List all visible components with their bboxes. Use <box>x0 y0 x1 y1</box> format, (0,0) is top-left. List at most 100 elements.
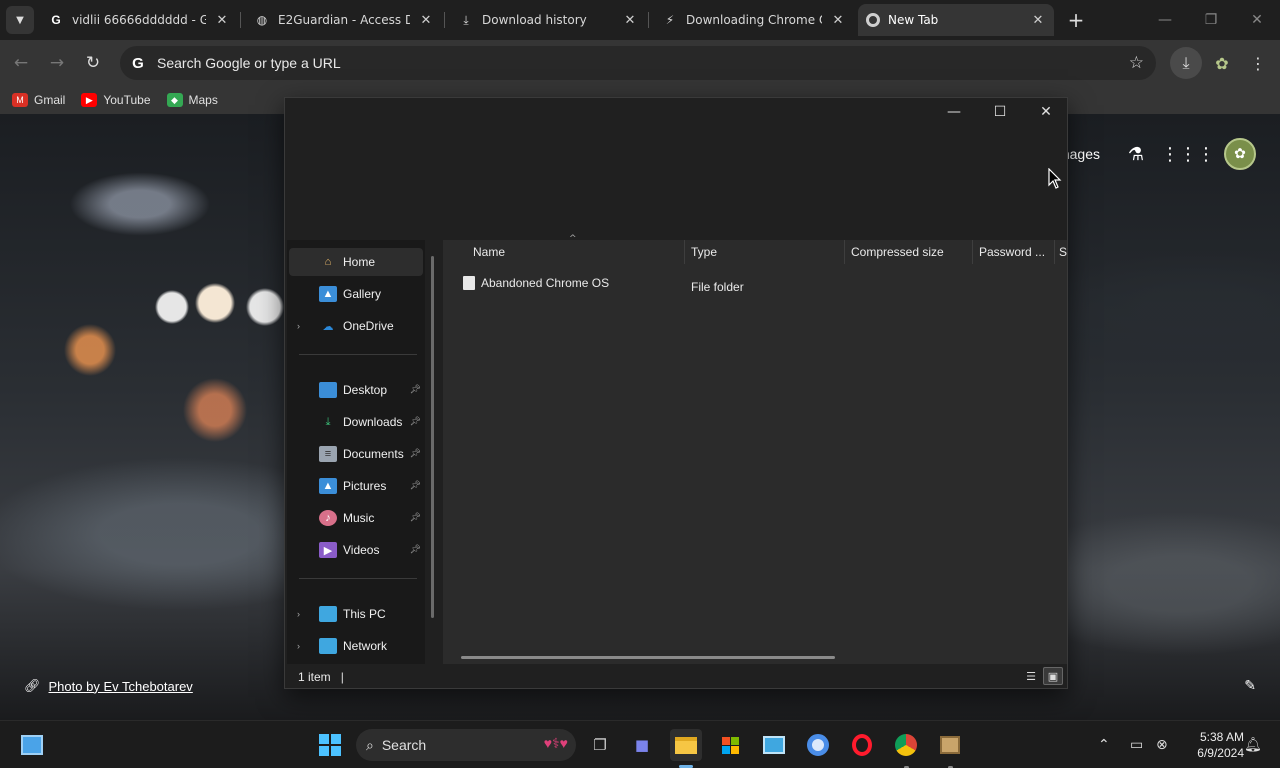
tray-network-icon[interactable]: ⊗ <box>1156 721 1168 768</box>
nav-item-label: Network <box>343 639 388 653</box>
chevron-right-icon[interactable]: › <box>297 641 311 651</box>
photo-credit-link[interactable]: 🔗︎ Photo by Ev Tchebotarev <box>24 678 193 694</box>
account-avatar[interactable]: ✿ <box>1224 138 1256 170</box>
nav-item-gallery[interactable]: ▲ Gallery <box>289 280 423 308</box>
bookmark-star-icon[interactable]: ☆ <box>1129 53 1144 73</box>
pin-icon[interactable]: 📌︎ <box>410 448 421 459</box>
photo-credit-text: Photo by Ev Tchebotarev <box>48 678 193 694</box>
chromium-button[interactable] <box>802 729 834 761</box>
task-view-icon: ❐ <box>593 736 607 754</box>
pin-icon[interactable]: 📌︎ <box>410 512 421 523</box>
tab-label: Download history <box>482 13 587 27</box>
bookmark-gmail[interactable]: M Gmail <box>12 93 65 107</box>
browser-close-button[interactable]: ✕ <box>1234 0 1280 40</box>
maps-icon: ◆ <box>166 93 183 107</box>
pin-icon[interactable]: 📌︎ <box>410 384 421 395</box>
meet-app-button[interactable]: ■ <box>626 729 658 761</box>
tiles-view-button[interactable]: ▣ <box>1043 667 1063 685</box>
widgets-button[interactable] <box>16 729 48 761</box>
tab-vidlii[interactable]: G vidlii 66666dddddd - Goo ✕ <box>40 4 238 36</box>
column-header-size[interactable]: Si <box>1055 240 1067 264</box>
browser-restore-button[interactable]: ❐ <box>1188 0 1234 40</box>
nav-pane-scrollbar[interactable] <box>431 256 434 618</box>
tab-search-button[interactable]: ▼ <box>6 6 34 34</box>
browser-minimize-button[interactable]: — <box>1142 0 1188 40</box>
nav-item-documents[interactable]: ≡ Documents 📌︎ <box>289 440 423 468</box>
tab-separator <box>444 12 445 28</box>
opera-button[interactable] <box>846 729 878 761</box>
column-header-label: Password ... <box>979 245 1046 259</box>
forward-button[interactable]: → <box>42 48 72 78</box>
arrow-left-icon: ← <box>13 53 29 73</box>
nav-item-desktop[interactable]: Desktop 📌︎ <box>289 376 423 404</box>
video-call-icon: ■ <box>634 736 650 754</box>
tab-new-tab[interactable]: New Tab ✕ <box>858 4 1054 36</box>
bookmark-label: Maps <box>188 93 218 107</box>
tab-close-icon[interactable]: ✕ <box>214 12 230 28</box>
bookmark-youtube[interactable]: ▶ YouTube <box>81 93 151 107</box>
chevron-right-icon[interactable]: › <box>297 321 311 331</box>
notifications-button[interactable]: 🔔︎ <box>1244 721 1262 768</box>
extension-button[interactable]: ✿ <box>1206 47 1238 79</box>
pin-icon[interactable]: 📌︎ <box>410 480 421 491</box>
file-row[interactable]: Abandoned Chrome OS File folder <box>443 272 1067 296</box>
explorer-close-button[interactable]: ✕ <box>1023 98 1069 126</box>
taskbar-clock[interactable]: 5:38 AM 6/9/2024 <box>1182 729 1244 761</box>
chevron-right-icon[interactable]: › <box>297 609 311 619</box>
nav-item-videos[interactable]: ▶ Videos 📌︎ <box>289 536 423 564</box>
bookmark-maps[interactable]: ◆ Maps <box>166 93 218 107</box>
nav-item-home[interactable]: ⌂ Home <box>289 248 423 276</box>
tab-download-history[interactable]: ⤓ Download history ✕ <box>450 4 646 36</box>
column-header-compressed-size[interactable]: Compressed size <box>845 240 973 264</box>
details-view-button[interactable]: ☰ <box>1021 667 1041 685</box>
tab-close-icon[interactable]: ✕ <box>622 12 638 28</box>
nav-item-label: Gallery <box>343 287 382 301</box>
nav-item-music[interactable]: ♪ Music 📌︎ <box>289 504 423 532</box>
nav-divider <box>299 578 417 579</box>
omnibox[interactable]: G Search Google or type a URL ☆ <box>120 46 1156 80</box>
start-button[interactable] <box>314 729 346 761</box>
pin-icon[interactable]: 📌︎ <box>410 544 421 555</box>
labs-flask-icon[interactable]: ⚗ <box>1120 138 1152 170</box>
minimize-icon: — <box>1158 12 1172 28</box>
customize-pencil-icon[interactable]: ✎ <box>1244 678 1256 694</box>
nav-item-this-pc[interactable]: › This PC <box>289 600 423 628</box>
tab-close-icon[interactable]: ✕ <box>1030 12 1046 28</box>
column-header-label: Type <box>691 245 718 259</box>
more-vertical-icon: ⋮ <box>1250 53 1266 73</box>
column-header-password[interactable]: Password ... <box>973 240 1055 264</box>
explorer-maximize-button[interactable]: ☐ <box>977 98 1023 126</box>
nav-item-pictures[interactable]: ▲ Pictures 📌︎ <box>289 472 423 500</box>
tab-e2guardian[interactable]: ◍ E2Guardian - Access Deni ✕ <box>246 4 442 36</box>
archive-app-button[interactable] <box>934 729 966 761</box>
control-panel-button[interactable] <box>758 729 790 761</box>
nav-item-onedrive[interactable]: › ☁ OneDrive <box>289 312 423 340</box>
tiles-view-icon: ▣ <box>1047 669 1059 683</box>
tray-overflow-button[interactable]: ⌃ <box>1098 721 1110 768</box>
horizontal-scrollbar[interactable] <box>461 656 835 659</box>
pin-icon[interactable]: 📌︎ <box>410 416 421 427</box>
taskbar-search-box[interactable]: ⌕ Search ♥⚕♥ <box>356 729 576 761</box>
microsoft-store-button[interactable] <box>714 729 746 761</box>
close-icon: ✕ <box>1040 104 1052 120</box>
file-explorer-taskbar-button[interactable] <box>670 729 702 761</box>
nav-item-network[interactable]: › Network <box>289 632 423 660</box>
new-tab-button[interactable]: + <box>1062 6 1090 34</box>
taskbar: ⌕ Search ♥⚕♥ ❐ ■ ⌃ ▭ ⊗ 5:38 AM 6/9/2024 … <box>0 720 1280 768</box>
tab-close-icon[interactable]: ✕ <box>418 12 434 28</box>
chrome-taskbar-button[interactable] <box>890 729 922 761</box>
column-header-type[interactable]: Type <box>685 240 845 264</box>
apps-grid-icon[interactable]: ⋮⋮⋮ <box>1161 138 1215 170</box>
reload-button[interactable]: ↻ <box>78 48 108 78</box>
tab-downloading-chrome-os[interactable]: ⚡ Downloading Chrome OS ✕ <box>654 4 854 36</box>
tab-close-icon[interactable]: ✕ <box>830 12 846 28</box>
videos-icon: ▶ <box>319 542 337 558</box>
back-button[interactable]: ← <box>6 48 36 78</box>
tray-display-icon[interactable]: ▭ <box>1130 721 1143 768</box>
task-view-button[interactable]: ❐ <box>584 729 616 761</box>
nav-item-downloads[interactable]: ⤓ Downloads 📌︎ <box>289 408 423 436</box>
chrome-menu-button[interactable]: ⋮ <box>1242 47 1274 79</box>
explorer-minimize-button[interactable]: — <box>931 98 977 126</box>
reload-icon: ↻ <box>85 53 101 73</box>
downloads-button[interactable]: ⤓ <box>1170 47 1202 79</box>
